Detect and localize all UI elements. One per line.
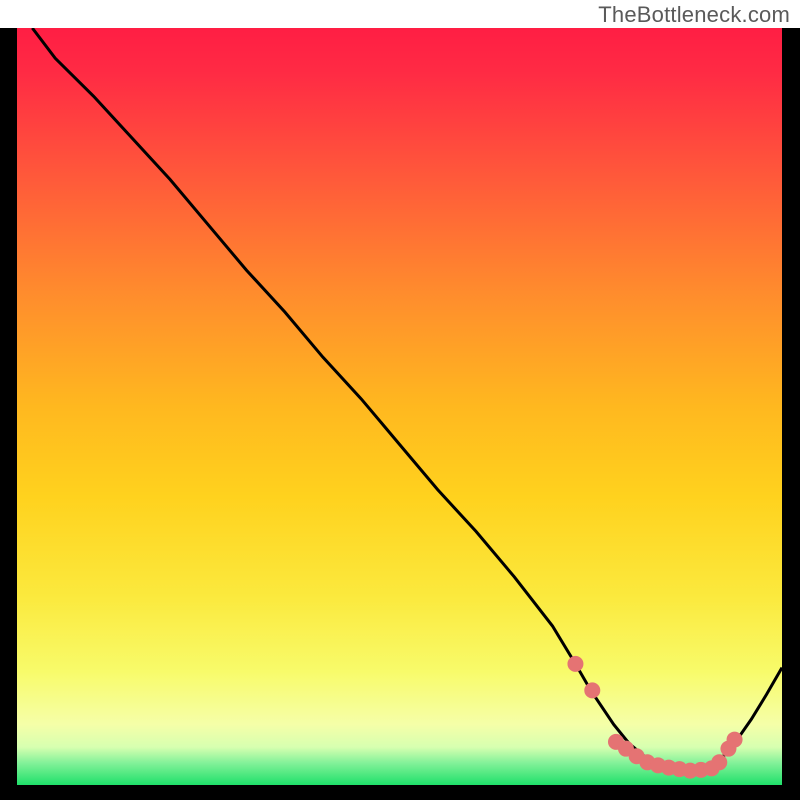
plot-background (17, 28, 782, 785)
marker-dot (727, 732, 743, 748)
marker-dot (711, 754, 727, 770)
chart-svg (0, 0, 800, 800)
marker-dot (584, 682, 600, 698)
marker-dot (567, 656, 583, 672)
credit-label: TheBottleneck.com (598, 2, 790, 28)
chart-container: { "credit": "TheBottleneck.com", "chart_… (0, 0, 800, 800)
